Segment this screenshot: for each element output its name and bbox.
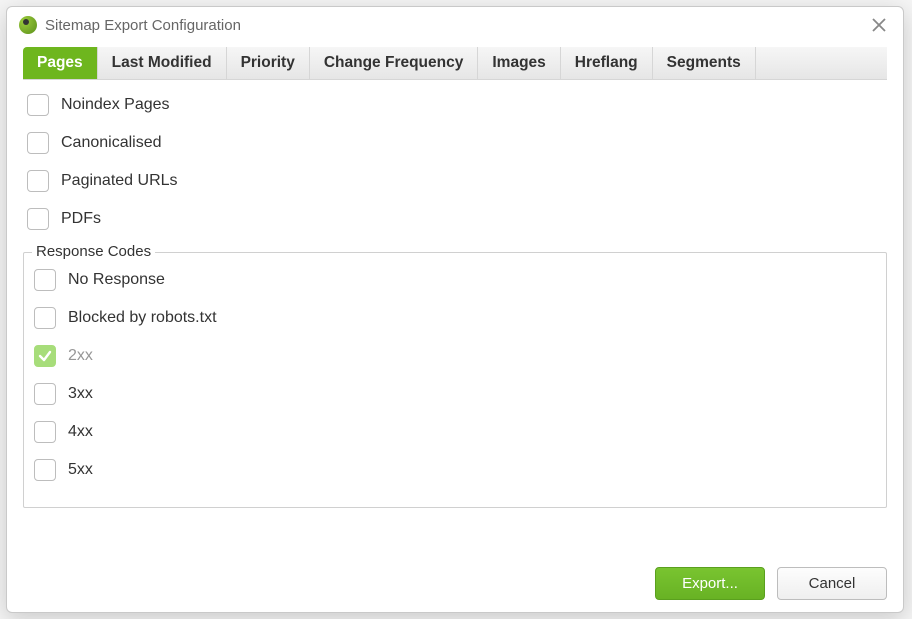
noindex-pages-checkbox[interactable] [27,94,49,116]
export-button[interactable]: Export... [655,567,765,600]
rc-4xx-label: 4xx [68,423,93,441]
paginated-urls-row: Paginated URLs [27,170,883,192]
rc-2xx-label: 2xx [68,347,93,365]
noindex-pages-label: Noindex Pages [61,96,170,114]
cancel-button[interactable]: Cancel [777,567,887,600]
pdfs-checkbox[interactable] [27,208,49,230]
dialog-title: Sitemap Export Configuration [45,17,241,34]
noindex-pages-row: Noindex Pages [27,94,883,116]
canonicalised-label: Canonicalised [61,134,162,152]
tab-images[interactable]: Images [478,47,560,79]
pages-options: Noindex Pages Canonicalised Paginated URLs… [23,80,887,246]
canonicalised-checkbox[interactable] [27,132,49,154]
rc-3xx-checkbox[interactable] [34,383,56,405]
response-codes-legend: Response Codes [32,243,155,260]
tabbar: PagesLast ModifiedPriorityChange Frequen… [23,47,887,80]
tabbar-fill [756,47,887,79]
tab-segments[interactable]: Segments [653,47,756,79]
paginated-urls-label: Paginated URLs [61,172,178,190]
tab-pages[interactable]: Pages [23,47,98,79]
tab-hreflang[interactable]: Hreflang [561,47,653,79]
close-icon[interactable] [867,13,891,37]
rc-5xx-row: 5xx [34,459,876,481]
rc-no-response-label: No Response [68,271,165,289]
rc-5xx-checkbox[interactable] [34,459,56,481]
rc-5xx-label: 5xx [68,461,93,479]
dialog-footer: Export... Cancel [7,555,903,612]
rc-blocked-by-robots-txt-label: Blocked by robots.txt [68,309,217,327]
rc-blocked-by-robots-txt-checkbox[interactable] [34,307,56,329]
titlebar: Sitemap Export Configuration [7,7,903,43]
rc-2xx-checkbox [34,345,56,367]
rc-no-response-checkbox[interactable] [34,269,56,291]
rc-4xx-checkbox[interactable] [34,421,56,443]
rc-blocked-by-robots-txt-row: Blocked by robots.txt [34,307,876,329]
tab-last-modified[interactable]: Last Modified [98,47,227,79]
rc-4xx-row: 4xx [34,421,876,443]
response-codes-fieldset: Response Codes No ResponseBlocked by rob… [23,252,887,508]
paginated-urls-checkbox[interactable] [27,170,49,192]
sitemap-export-dialog: Sitemap Export Configuration PagesLast M… [6,6,904,613]
pdfs-label: PDFs [61,210,101,228]
canonicalised-row: Canonicalised [27,132,883,154]
rc-2xx-row: 2xx [34,345,876,367]
app-icon [19,16,37,34]
tab-change-frequency[interactable]: Change Frequency [310,47,479,79]
pdfs-row: PDFs [27,208,883,230]
rc-no-response-row: No Response [34,269,876,291]
rc-3xx-label: 3xx [68,385,93,403]
tab-priority[interactable]: Priority [227,47,310,79]
rc-3xx-row: 3xx [34,383,876,405]
